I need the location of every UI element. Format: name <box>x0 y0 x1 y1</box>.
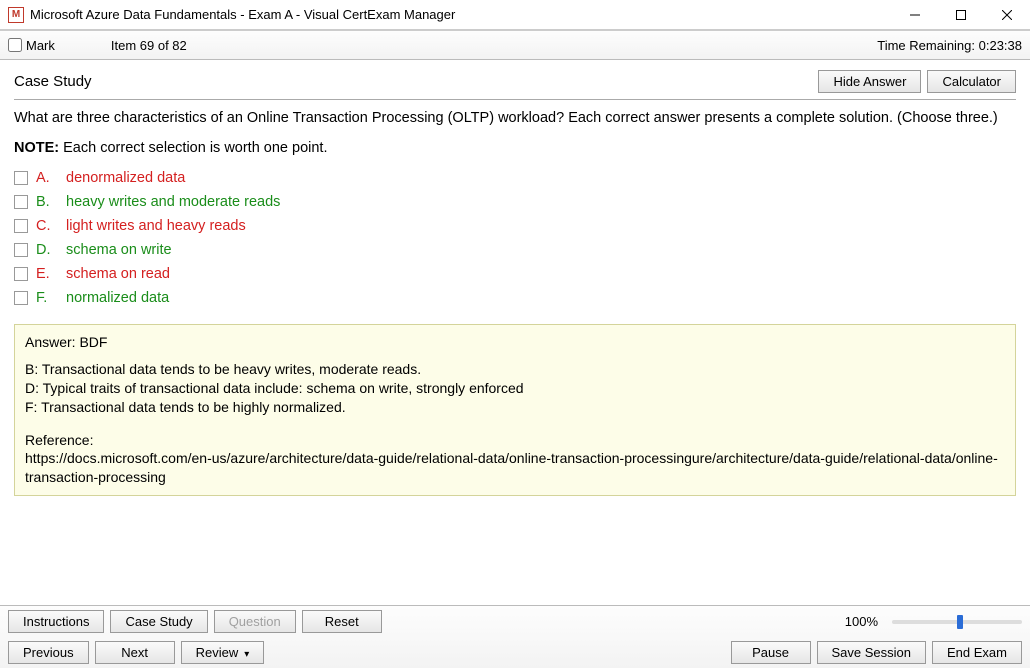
question-note: NOTE: Each correct selection is worth on… <box>14 140 1016 156</box>
option-text: schema on read <box>66 266 170 282</box>
window-title: Microsoft Azure Data Fundamentals - Exam… <box>30 7 892 22</box>
option-letter: A. <box>36 170 58 186</box>
zoom-label: 100% <box>845 614 878 629</box>
previous-button[interactable]: Previous <box>8 641 89 664</box>
zoom-slider[interactable] <box>892 620 1022 624</box>
note-label: NOTE: <box>14 140 59 156</box>
option-row[interactable]: E. schema on read <box>14 266 1016 282</box>
option-checkbox[interactable] <box>14 267 28 281</box>
option-checkbox[interactable] <box>14 195 28 209</box>
option-text: schema on write <box>66 242 172 258</box>
answer-line: F: Transactional data tends to be highly… <box>25 398 1005 417</box>
mark-checkbox[interactable]: Mark <box>8 38 55 53</box>
reference-label: Reference: <box>25 431 1005 450</box>
option-letter: C. <box>36 218 58 234</box>
option-text: light writes and heavy reads <box>66 218 246 234</box>
option-row[interactable]: A. denormalized data <box>14 170 1016 186</box>
reference-url: https://docs.microsoft.com/en-us/azure/a… <box>25 449 1005 487</box>
case-study-button[interactable]: Case Study <box>110 610 207 633</box>
option-row[interactable]: B. heavy writes and moderate reads <box>14 194 1016 210</box>
option-letter: F. <box>36 290 58 306</box>
time-remaining: Time Remaining: 0:23:38 <box>877 38 1022 53</box>
answer-heading: Answer: BDF <box>25 333 1005 352</box>
option-row[interactable]: C. light writes and heavy reads <box>14 218 1016 234</box>
option-row[interactable]: F. normalized data <box>14 290 1016 306</box>
section-title: Case Study <box>14 73 92 90</box>
answer-line: D: Typical traits of transactional data … <box>25 379 1005 398</box>
option-checkbox[interactable] <box>14 171 28 185</box>
close-button[interactable] <box>984 0 1030 29</box>
app-icon: M <box>8 7 24 23</box>
item-count: Item 69 of 82 <box>111 38 187 53</box>
option-row[interactable]: D. schema on write <box>14 242 1016 258</box>
next-button[interactable]: Next <box>95 641 175 664</box>
end-exam-button[interactable]: End Exam <box>932 641 1022 664</box>
option-letter: E. <box>36 266 58 282</box>
option-letter: B. <box>36 194 58 210</box>
option-text: normalized data <box>66 290 169 306</box>
content-area: Case Study Hide Answer Calculator What a… <box>0 60 1030 605</box>
section-header: Case Study Hide Answer Calculator <box>14 70 1016 100</box>
toolbar: Mark Item 69 of 82 Time Remaining: 0:23:… <box>0 30 1030 60</box>
question-button: Question <box>214 610 296 633</box>
pause-button[interactable]: Pause <box>731 641 811 664</box>
option-checkbox[interactable] <box>14 243 28 257</box>
instructions-button[interactable]: Instructions <box>8 610 104 633</box>
option-text: heavy writes and moderate reads <box>66 194 280 210</box>
minimize-button[interactable] <box>892 0 938 29</box>
footer: Instructions Case Study Question Reset 1… <box>0 605 1030 668</box>
answer-box: Answer: BDF B: Transactional data tends … <box>14 324 1016 496</box>
option-text: denormalized data <box>66 170 185 186</box>
answer-line: B: Transactional data tends to be heavy … <box>25 360 1005 379</box>
mark-checkbox-input[interactable] <box>8 38 22 52</box>
note-text: Each correct selection is worth one poin… <box>59 140 327 156</box>
review-button[interactable]: Review <box>181 641 265 664</box>
mark-label: Mark <box>26 38 55 53</box>
reset-button[interactable]: Reset <box>302 610 382 633</box>
maximize-button[interactable] <box>938 0 984 29</box>
question-text: What are three characteristics of an Onl… <box>14 110 1016 126</box>
options-list: A. denormalized data B. heavy writes and mo… <box>14 170 1016 306</box>
window-controls <box>892 0 1030 29</box>
zoom-thumb[interactable] <box>957 615 963 629</box>
calculator-button[interactable]: Calculator <box>927 70 1016 93</box>
option-checkbox[interactable] <box>14 291 28 305</box>
option-checkbox[interactable] <box>14 219 28 233</box>
option-letter: D. <box>36 242 58 258</box>
hide-answer-button[interactable]: Hide Answer <box>818 70 921 93</box>
save-session-button[interactable]: Save Session <box>817 641 927 664</box>
titlebar: M Microsoft Azure Data Fundamentals - Ex… <box>0 0 1030 30</box>
